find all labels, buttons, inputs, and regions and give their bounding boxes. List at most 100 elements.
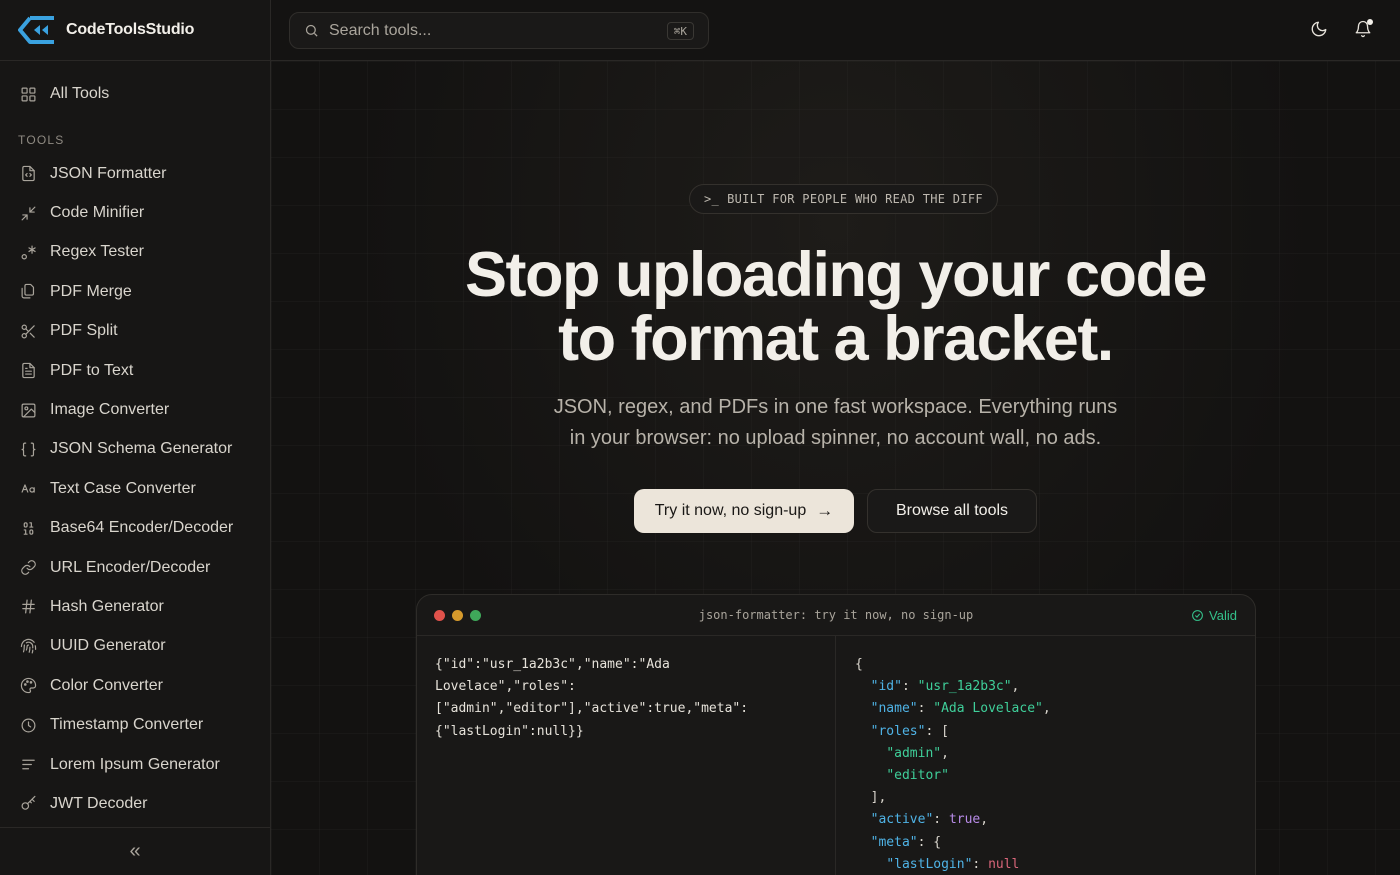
sidebar-item-jwt-decoder[interactable]: JWT Decoder xyxy=(0,784,270,823)
grid-icon xyxy=(19,85,37,103)
scissors-icon xyxy=(19,322,37,340)
sidebar-item-label: Text Case Converter xyxy=(50,479,196,497)
try-now-button[interactable]: Try it now, no sign-up → xyxy=(634,489,854,533)
sidebar-item-label: Regex Tester xyxy=(50,243,144,261)
json-output-pane: { "id": "usr_1a2b3c", "name": "Ada Lovel… xyxy=(837,636,1255,875)
sidebar-item-uuid-generator[interactable]: UUID Generator xyxy=(0,627,270,666)
output-line: { xyxy=(855,657,863,672)
sidebar-item-text-case-converter[interactable]: Text Case Converter xyxy=(0,469,270,508)
arrow-right-icon: → xyxy=(816,501,834,520)
window-close-dot xyxy=(434,610,445,621)
json-formatter-demo: json-formatter: try it now, no sign-up V… xyxy=(416,594,1256,875)
sidebar-item-timestamp-converter[interactable]: Timestamp Converter xyxy=(0,705,270,744)
input-line: {"id":"usr_1a2b3c","name":"Ada xyxy=(435,657,670,672)
minimize-icon xyxy=(19,204,37,222)
sidebar-item-hash-generator[interactable]: Hash Generator xyxy=(0,587,270,626)
sidebar: CodeToolsStudio All Tools TOOLS JSON For… xyxy=(0,0,271,875)
text-lines-icon xyxy=(19,756,37,774)
sidebar-item-label: All Tools xyxy=(50,85,110,102)
sidebar-item-label: Color Converter xyxy=(50,676,163,694)
sidebar-item-url-encoder[interactable]: URL Encoder/Decoder xyxy=(0,548,270,587)
main-content: >_ BUILT FOR PEOPLE WHO READ THE DIFF St… xyxy=(271,61,1400,875)
browse-tools-button[interactable]: Browse all tools xyxy=(867,489,1037,533)
sidebar-item-label: JSON Schema Generator xyxy=(50,440,233,458)
input-line: ["admin","editor"],"active":true,"meta": xyxy=(435,701,749,717)
files-icon xyxy=(19,283,37,301)
window-maximize-dot xyxy=(470,610,481,621)
sidebar-item-label: Hash Generator xyxy=(50,597,164,615)
output-line: "admin", xyxy=(886,745,949,761)
search-icon xyxy=(305,24,318,37)
sidebar-item-label: URL Encoder/Decoder xyxy=(50,558,211,576)
hero-title-line1: Stop uploading your code xyxy=(465,240,1207,310)
sidebar-item-label: PDF Split xyxy=(50,322,118,340)
search-shortcut-badge: ⌘K xyxy=(666,22,694,40)
output-line: "id": "usr_1a2b3c", xyxy=(870,679,1020,695)
hero-subtitle: JSON, regex, and PDFs in one fast worksp… xyxy=(271,392,1400,454)
sidebar-item-base64[interactable]: Base64 Encoder/Decoder xyxy=(0,509,270,548)
theme-toggle-button[interactable] xyxy=(1308,18,1330,40)
notification-dot xyxy=(1367,19,1373,25)
file-text-icon xyxy=(19,362,37,380)
tools-nav: JSON Formatter Code Minifier Regex Teste… xyxy=(0,154,270,824)
logo-icon xyxy=(18,16,54,44)
sidebar-item-regex-tester[interactable]: Regex Tester xyxy=(0,233,270,272)
sidebar-item-color-converter[interactable]: Color Converter xyxy=(0,666,270,705)
sidebar-item-pdf-split[interactable]: PDF Split xyxy=(0,312,270,351)
case-icon xyxy=(19,480,37,498)
output-line: "name": "Ada Lovelace", xyxy=(870,701,1051,717)
binary-icon xyxy=(19,519,37,537)
sidebar-item-label: PDF to Text xyxy=(50,361,134,379)
sidebar-item-label: Timestamp Converter xyxy=(50,716,204,734)
brand-name: CodeToolsStudio xyxy=(66,21,195,38)
output-line: "editor" xyxy=(886,768,949,784)
sidebar-item-label: Lorem Ipsum Generator xyxy=(50,755,220,773)
sidebar-item-json-formatter[interactable]: JSON Formatter xyxy=(0,154,270,193)
sidebar-item-pdf-to-text[interactable]: PDF to Text xyxy=(0,351,270,390)
topbar: ⌘K xyxy=(271,0,1400,61)
chevrons-left-icon: « xyxy=(129,840,141,862)
hero-badge: >_ BUILT FOR PEOPLE WHO READ THE DIFF xyxy=(689,184,998,214)
brand[interactable]: CodeToolsStudio xyxy=(0,0,270,61)
output-line: "meta": { xyxy=(870,834,942,850)
image-icon xyxy=(19,401,37,419)
sidebar-item-all-tools[interactable]: All Tools xyxy=(0,74,270,114)
valid-label: Valid xyxy=(1209,608,1237,623)
hero-title: Stop uploading your code to format a bra… xyxy=(271,243,1400,371)
sidebar-item-code-minifier[interactable]: Code Minifier xyxy=(0,193,270,232)
search-input[interactable] xyxy=(329,21,659,40)
hero-badge-text: BUILT FOR PEOPLE WHO READ THE DIFF xyxy=(727,192,983,206)
valid-status: Valid xyxy=(1191,608,1237,623)
input-line: {"lastLogin":null}} xyxy=(435,723,584,739)
fingerprint-icon xyxy=(19,637,37,655)
sidebar-item-pdf-merge[interactable]: PDF Merge xyxy=(0,272,270,311)
sidebar-item-label: JSON Formatter xyxy=(50,164,167,182)
output-line: ], xyxy=(870,790,887,806)
sidebar-item-label: JWT Decoder xyxy=(50,794,148,812)
demo-title: json-formatter: try it now, no sign-up xyxy=(698,608,974,622)
output-line: "active": true, xyxy=(870,812,989,828)
moon-icon xyxy=(1311,21,1327,37)
json-input-pane[interactable]: {"id":"usr_1a2b3c","name":"Ada Lovelace"… xyxy=(417,636,836,875)
demo-titlebar: json-formatter: try it now, no sign-up V… xyxy=(417,595,1255,636)
hero-subtitle-line1: JSON, regex, and PDFs in one fast worksp… xyxy=(553,396,1118,418)
notifications-button[interactable] xyxy=(1352,18,1374,40)
palette-icon xyxy=(19,677,37,695)
tools-section-label: TOOLS xyxy=(18,133,65,147)
sidebar-item-label: Code Minifier xyxy=(50,204,145,222)
window-minimize-dot xyxy=(452,610,463,621)
sidebar-item-json-schema-generator[interactable]: JSON Schema Generator xyxy=(0,430,270,469)
sidebar-item-image-converter[interactable]: Image Converter xyxy=(0,390,270,429)
hash-icon xyxy=(19,598,37,616)
terminal-icon: >_ xyxy=(704,192,720,206)
sidebar-item-label: UUID Generator xyxy=(50,637,166,655)
sidebar-collapse-button[interactable]: « xyxy=(0,827,270,875)
hero-title-line2: to format a bracket. xyxy=(558,304,1114,374)
sidebar-item-label: Base64 Encoder/Decoder xyxy=(50,519,234,537)
search-box[interactable]: ⌘K xyxy=(289,12,709,49)
output-line: "lastLogin": null xyxy=(886,856,1020,872)
sidebar-item-lorem-ipsum[interactable]: Lorem Ipsum Generator xyxy=(0,745,270,784)
try-now-label: Try it now, no sign-up xyxy=(654,502,807,519)
input-line: Lovelace","roles": xyxy=(435,679,576,695)
sidebar-item-label: PDF Merge xyxy=(50,282,132,300)
